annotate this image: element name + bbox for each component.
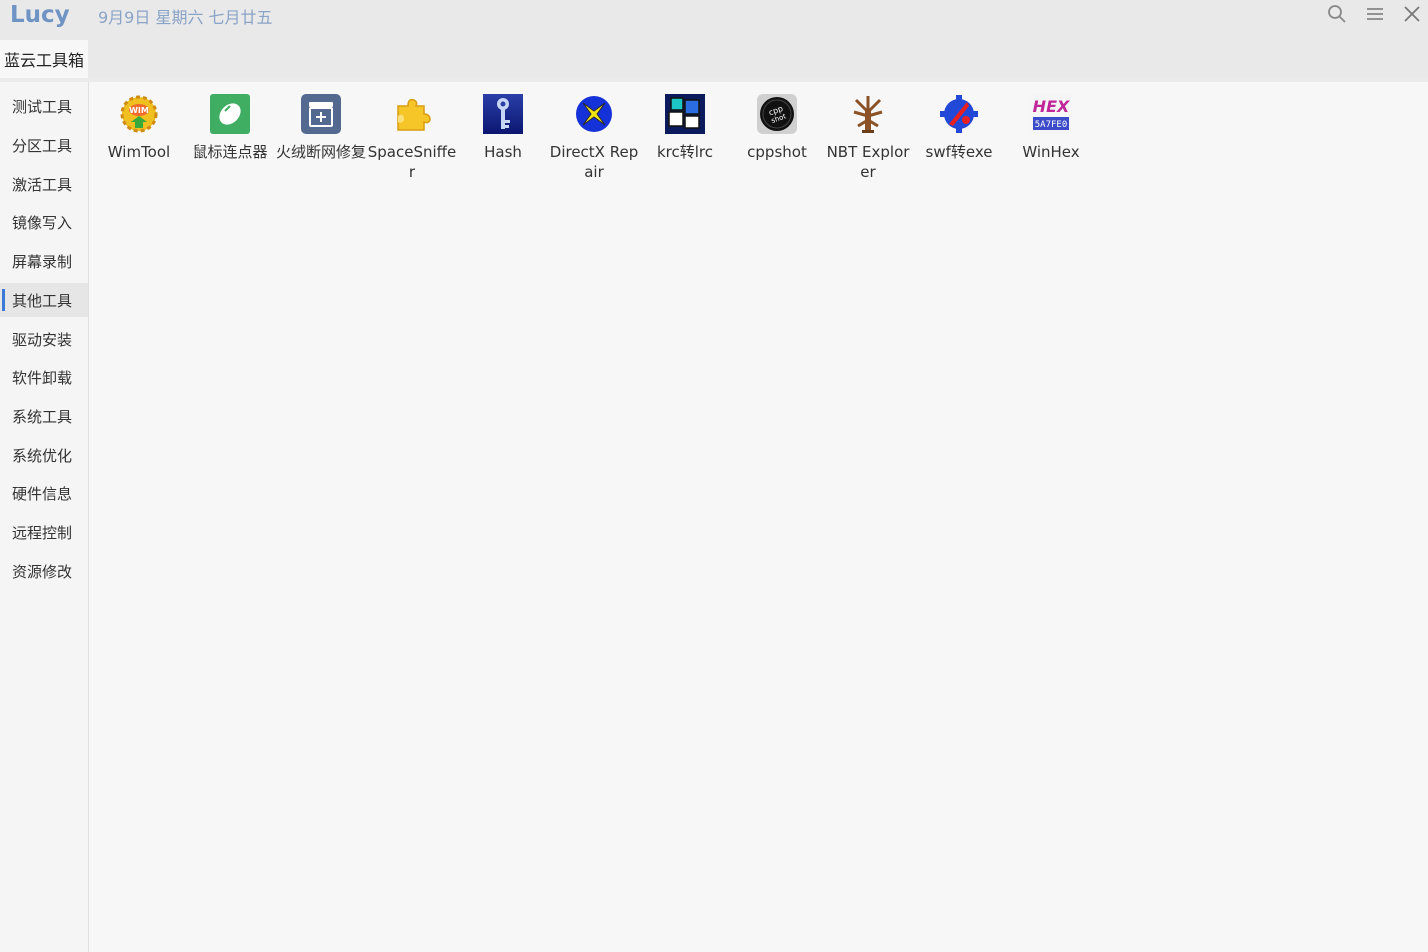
tab-lanyun-toolbox[interactable]: 蓝云工具箱: [0, 40, 88, 78]
puzzle-icon: [397, 98, 431, 131]
mouse-clicker-icon: [210, 94, 250, 134]
sidebar-item-remote-control[interactable]: 远程控制: [0, 515, 88, 549]
nbt-tree-icon: [853, 96, 883, 133]
sidebar-item-partition-tools[interactable]: 分区工具: [0, 128, 88, 162]
sidebar-item-other-tools[interactable]: 其他工具: [0, 283, 88, 317]
tool-label: swf转exe: [925, 143, 993, 161]
tool-mouse-clicker[interactable]: 鼠标连点器: [185, 92, 275, 162]
tool-hash[interactable]: Hash: [458, 92, 548, 162]
tool-label: WimTool: [107, 143, 171, 161]
tool-label: 火绒断网修复: [276, 143, 367, 161]
sidebar-item-resource-modify[interactable]: 资源修改: [0, 554, 88, 588]
tool-label: Hash: [484, 143, 522, 161]
close-button[interactable]: [1397, 0, 1427, 28]
tool-label: WinHex: [1022, 143, 1080, 161]
krc-lrc-icon: [665, 94, 705, 134]
title-bar: Lucy 9月9日 星期六 七月廿五: [0, 0, 1428, 40]
swf-exe-icon: [940, 95, 978, 133]
tool-cppshot[interactable]: cpp shot cppshot: [732, 92, 822, 162]
app-logo: Lucy: [10, 2, 70, 28]
tool-nbt-explorer[interactable]: NBT Explorer: [823, 92, 913, 182]
tool-directx-repair[interactable]: DirectX Repair: [549, 92, 639, 182]
tool-spacesniffer[interactable]: SpaceSniffer: [367, 92, 457, 182]
tool-label: NBT Explorer: [826, 143, 910, 181]
close-icon: [1404, 6, 1420, 22]
date-display: 9月9日 星期六 七月廿五: [98, 8, 273, 27]
search-icon: [1328, 5, 1346, 23]
tool-krc-lrc[interactable]: krc转lrc: [640, 92, 730, 162]
network-repair-icon: [301, 94, 341, 134]
tab-bar: 蓝云工具箱: [0, 40, 1428, 78]
sidebar-item-software-uninstall[interactable]: 软件卸载: [0, 360, 88, 394]
svg-text:5A7FE0: 5A7FE0: [1035, 120, 1068, 130]
tool-label: cppshot: [747, 143, 807, 161]
sidebar: 测试工具 分区工具 激活工具 镜像写入 屏幕录制 其他工具 驱动安装 软件卸载 …: [0, 82, 89, 952]
tool-winhex[interactable]: HEX 5A7FE0 WinHex: [1006, 92, 1096, 162]
tool-label: 鼠标连点器: [192, 143, 268, 161]
sidebar-item-test-tools[interactable]: 测试工具: [0, 89, 88, 123]
menu-icon: [1367, 8, 1383, 20]
tool-label: krc转lrc: [656, 143, 714, 161]
sidebar-item-system-tools[interactable]: 系统工具: [0, 399, 88, 433]
menu-button[interactable]: [1360, 0, 1390, 28]
sidebar-item-image-writing[interactable]: 镜像写入: [0, 205, 88, 239]
tool-label: SpaceSniffer: [367, 143, 457, 181]
winhex-icon: HEX 5A7FE0: [1031, 94, 1071, 134]
sidebar-item-system-optimize[interactable]: 系统优化: [0, 438, 88, 472]
tool-network-repair[interactable]: 火绒断网修复: [276, 92, 366, 162]
svg-text:HEX: HEX: [1033, 97, 1070, 116]
wimtool-icon: WIM: [120, 95, 158, 133]
sidebar-item-driver-install[interactable]: 驱动安装: [0, 322, 88, 356]
sidebar-item-hardware-info[interactable]: 硬件信息: [0, 476, 88, 510]
tab-divider: [0, 78, 1428, 82]
tool-wimtool[interactable]: WIM WimTool: [94, 92, 184, 162]
sidebar-item-screen-recording[interactable]: 屏幕录制: [0, 244, 88, 278]
hash-key-icon: [483, 94, 523, 134]
sidebar-item-activation-tools[interactable]: 激活工具: [0, 167, 88, 201]
tool-label: DirectX Repair: [549, 143, 639, 181]
tool-swf-exe[interactable]: swf转exe: [914, 92, 1004, 162]
cppshot-icon: cpp shot: [757, 94, 797, 134]
svg-text:WIM: WIM: [129, 106, 149, 115]
search-button[interactable]: [1322, 0, 1352, 28]
directx-repair-icon: [576, 96, 612, 132]
